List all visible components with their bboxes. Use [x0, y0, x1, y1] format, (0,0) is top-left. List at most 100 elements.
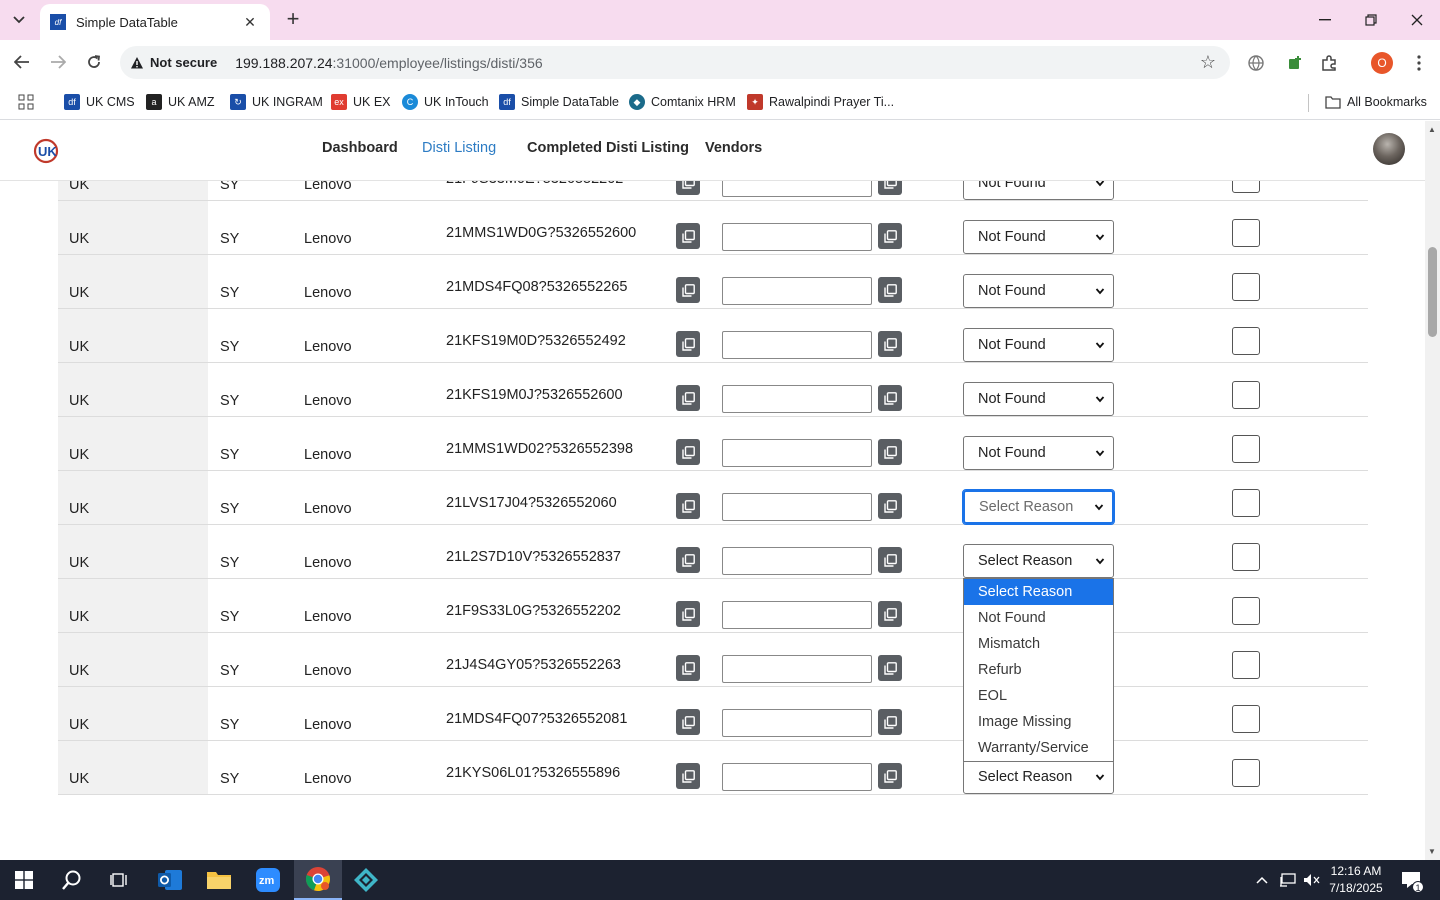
reason-select[interactable]: Not Found [963, 436, 1114, 470]
row-checkbox[interactable] [1232, 327, 1260, 355]
extension-plus-icon[interactable] [1284, 52, 1306, 74]
listing-url-input[interactable] [722, 763, 872, 791]
bookmark-uk-intouch[interactable]: C UK InTouch [402, 92, 489, 112]
taskbar-file-explorer[interactable] [195, 860, 243, 900]
copy-sku-button[interactable] [676, 331, 700, 357]
reason-option[interactable]: Warranty/Service [964, 735, 1113, 761]
task-view-button[interactable] [96, 860, 144, 900]
paste-url-button[interactable] [878, 493, 902, 519]
bookmark-uk-ex[interactable]: ex UK EX [331, 92, 391, 112]
clock-time[interactable]: 12:16 AM [1328, 864, 1384, 878]
address-bar[interactable]: Not secure 199.188.207.24:31000/employee… [120, 46, 1230, 79]
listing-url-input[interactable] [722, 331, 872, 359]
row-checkbox[interactable] [1232, 381, 1260, 409]
copy-sku-button[interactable] [676, 763, 700, 789]
listing-url-input[interactable] [722, 439, 872, 467]
bookmark-uk-cms[interactable]: df UK CMS [64, 92, 135, 112]
url-text[interactable]: 199.188.207.24:31000/employee/listings/d… [235, 55, 542, 71]
listing-url-input[interactable] [722, 601, 872, 629]
close-window-button[interactable] [1394, 6, 1440, 34]
paste-url-button[interactable] [878, 709, 902, 735]
bookmark-simple-datatable[interactable]: df Simple DataTable [499, 92, 619, 112]
taskbar-zoom[interactable]: zm [244, 860, 292, 900]
reason-option[interactable]: Not Found [964, 605, 1113, 631]
browser-menu-icon[interactable] [1408, 52, 1430, 74]
reason-select[interactable]: Select Reason [963, 760, 1114, 794]
uk-logo-icon[interactable]: UK [32, 137, 60, 165]
paste-url-button[interactable] [878, 547, 902, 573]
reason-select[interactable]: Select Reason [963, 544, 1114, 578]
taskbar-outlook[interactable] [146, 860, 194, 900]
all-bookmarks-button[interactable]: All Bookmarks [1325, 92, 1427, 112]
copy-sku-button[interactable] [676, 439, 700, 465]
listing-url-input[interactable] [722, 547, 872, 575]
reason-option[interactable]: Mismatch [964, 631, 1113, 657]
browser-tab[interactable]: df Simple DataTable ✕ [40, 4, 270, 40]
reason-option[interactable]: Select Reason [964, 579, 1113, 605]
reason-option[interactable]: EOL [964, 683, 1113, 709]
translate-icon[interactable] [1245, 52, 1267, 74]
row-checkbox[interactable] [1232, 597, 1260, 625]
extensions-button[interactable] [1318, 52, 1340, 74]
row-checkbox[interactable] [1232, 273, 1260, 301]
user-avatar[interactable] [1373, 133, 1405, 165]
copy-sku-button[interactable] [676, 223, 700, 249]
copy-sku-button[interactable] [676, 601, 700, 627]
new-tab-button[interactable]: + [282, 8, 304, 32]
page-scrollbar[interactable]: ▲ ▼ [1425, 121, 1440, 860]
taskbar-chrome[interactable] [294, 860, 342, 900]
listing-url-input[interactable] [722, 223, 872, 251]
row-checkbox[interactable] [1232, 435, 1260, 463]
reload-button[interactable] [80, 48, 108, 76]
row-checkbox[interactable] [1232, 543, 1260, 571]
network-icon[interactable] [1276, 860, 1300, 900]
paste-url-button[interactable] [878, 601, 902, 627]
copy-sku-button[interactable] [676, 655, 700, 681]
bookmark-comtanix-hrm[interactable]: ◆ Comtanix HRM [629, 92, 736, 112]
reason-select[interactable]: Not Found [963, 382, 1114, 416]
reason-select[interactable]: Not Found [963, 274, 1114, 308]
tray-overflow-icon[interactable] [1250, 860, 1274, 900]
reason-option[interactable]: Image Missing [964, 709, 1113, 735]
start-button[interactable] [0, 860, 48, 900]
clock-date[interactable]: 7/18/2025 [1328, 881, 1384, 895]
nav-completed-disti-listing[interactable]: Completed Disti Listing [527, 140, 689, 156]
listing-url-input[interactable] [722, 277, 872, 305]
listing-url-input[interactable] [722, 493, 872, 521]
reason-select[interactable]: Not Found [963, 328, 1114, 362]
nav-dashboard[interactable]: Dashboard [322, 140, 398, 156]
forward-button[interactable] [44, 48, 72, 76]
listing-url-input[interactable] [722, 385, 872, 413]
paste-url-button[interactable] [878, 385, 902, 411]
apps-grid-button[interactable] [18, 92, 34, 112]
notification-center-button[interactable]: 1 [1394, 860, 1428, 900]
profile-avatar-button[interactable]: O [1371, 52, 1393, 74]
copy-sku-button[interactable] [676, 493, 700, 519]
bookmark-uk-amz[interactable]: a UK AMZ [146, 92, 215, 112]
row-checkbox[interactable] [1232, 219, 1260, 247]
paste-url-button[interactable] [878, 223, 902, 249]
restore-button[interactable] [1348, 6, 1394, 34]
row-checkbox[interactable] [1232, 489, 1260, 517]
reason-option[interactable]: Refurb [964, 657, 1113, 683]
back-button[interactable] [8, 48, 36, 76]
volume-muted-icon[interactable] [1300, 860, 1324, 900]
nav-vendors[interactable]: Vendors [705, 140, 762, 156]
bookmark-star-icon[interactable]: ☆ [1200, 52, 1216, 73]
paste-url-button[interactable] [878, 655, 902, 681]
tab-search-button[interactable] [6, 8, 32, 32]
reason-dropdown-list[interactable]: Select Reason Not Found Mismatch Refurb EOL I… [963, 578, 1114, 762]
bookmark-rawalpindi-prayer[interactable]: ✦ Rawalpindi Prayer Ti... [747, 92, 894, 112]
copy-sku-button[interactable] [676, 385, 700, 411]
copy-sku-button[interactable] [676, 277, 700, 303]
scroll-up-arrow-icon[interactable]: ▲ [1428, 125, 1436, 134]
paste-url-button[interactable] [878, 331, 902, 357]
bookmark-uk-ingram[interactable]: ↻ UK INGRAM [230, 92, 323, 112]
reason-select[interactable]: Select Reason [962, 489, 1115, 525]
listing-url-input[interactable] [722, 709, 872, 737]
scrollbar-thumb[interactable] [1428, 247, 1437, 337]
paste-url-button[interactable] [878, 277, 902, 303]
tab-close-icon[interactable]: ✕ [240, 14, 260, 31]
reason-select[interactable]: Not Found [963, 220, 1114, 254]
copy-sku-button[interactable] [676, 547, 700, 573]
